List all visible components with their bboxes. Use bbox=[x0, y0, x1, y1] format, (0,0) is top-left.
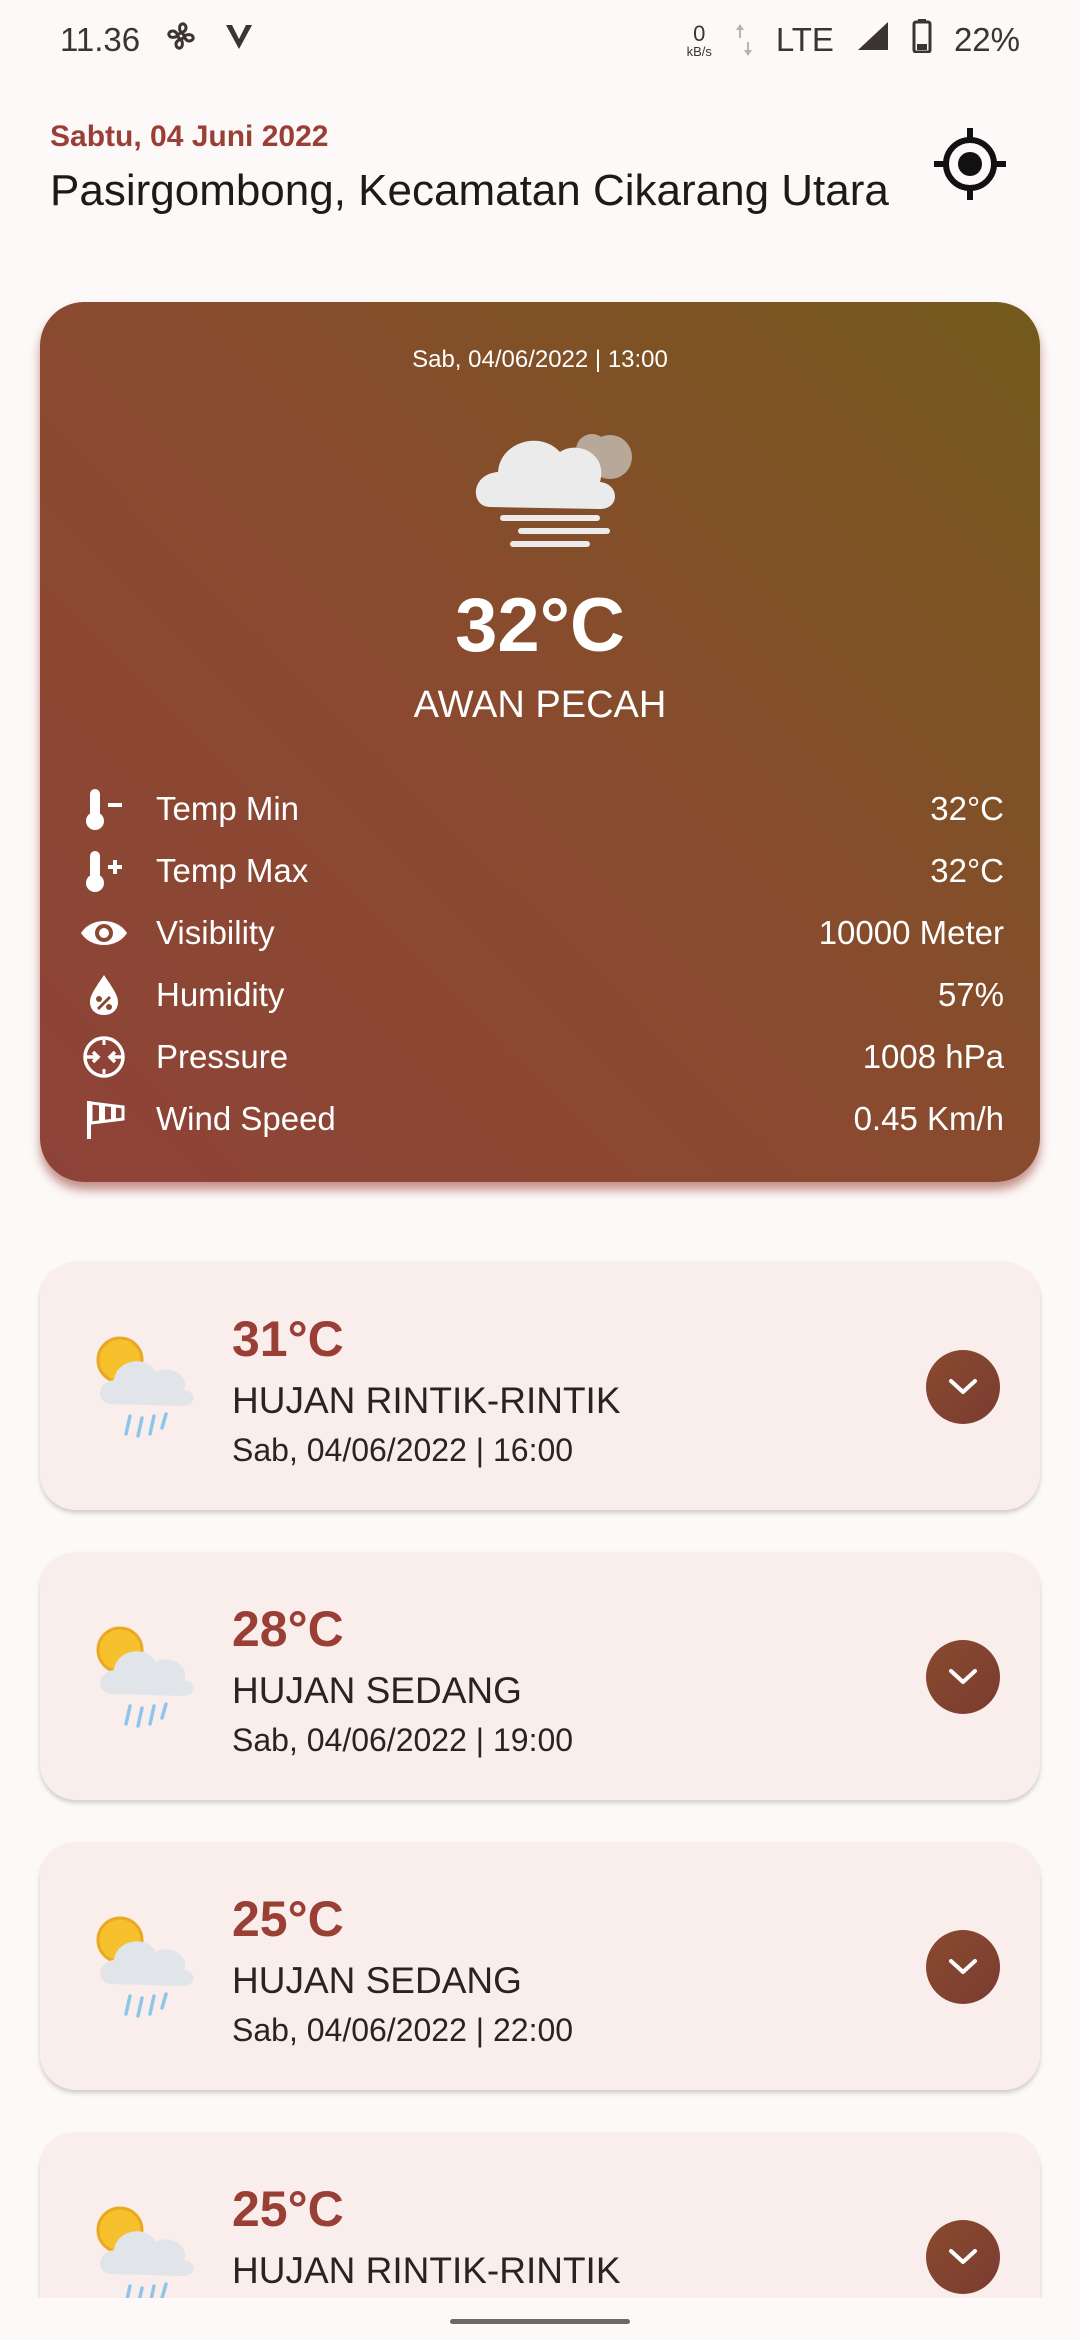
locate-button[interactable] bbox=[930, 124, 1010, 204]
detail-label: Pressure bbox=[156, 1038, 289, 1075]
detail-label: Wind Speed bbox=[156, 1100, 336, 1137]
eye-icon bbox=[76, 908, 132, 958]
sun-cloud-rain-icon bbox=[90, 1910, 200, 2032]
forecast-datetime: Sab, 04/06/2022 | 19:00 bbox=[232, 1722, 574, 1758]
detail-row-temp-max: Temp Max 32°C bbox=[76, 840, 1004, 902]
detail-label: Temp Min bbox=[156, 790, 300, 827]
detail-label: Visibility bbox=[156, 914, 275, 951]
detail-value: 10000 Meter bbox=[818, 914, 1004, 951]
data-arrows-icon bbox=[734, 22, 754, 58]
expand-button[interactable] bbox=[926, 1930, 1000, 2004]
forecast-item[interactable]: 28°C HUJAN SEDANG Sab, 04/06/2022 | 19:0… bbox=[40, 1552, 1040, 1800]
gps-locate-icon bbox=[934, 128, 1006, 200]
battery-icon bbox=[912, 19, 932, 61]
detail-label: Temp Max bbox=[156, 852, 309, 889]
detail-label: Humidity bbox=[156, 976, 285, 1013]
forecast-description: HUJAN RINTIK-RINTIK bbox=[232, 1380, 621, 1421]
forecast-datetime: Sab, 04/06/2022 | 16:00 bbox=[232, 1432, 574, 1468]
detail-row-humidity: Humidity 57% bbox=[76, 964, 1004, 1026]
thermometer-plus-icon bbox=[76, 846, 132, 896]
forecast-item[interactable]: 25°C HUJAN SEDANG Sab, 04/06/2022 | 22:0… bbox=[40, 1842, 1040, 2090]
windsock-icon bbox=[76, 1094, 132, 1144]
net-rate-unit: kB/s bbox=[686, 43, 712, 59]
forecast-item[interactable]: 31°C HUJAN RINTIK-RINTIK Sab, 04/06/2022… bbox=[40, 1262, 1040, 1510]
forecast-temperature: 28°C bbox=[232, 1601, 344, 1657]
network-type: LTE bbox=[775, 21, 834, 58]
forecast-description: HUJAN SEDANG bbox=[232, 1670, 522, 1711]
weather-details: Temp Min 32°C Temp Max 32°C Visibility 1… bbox=[76, 778, 1004, 1150]
chevron-down-icon bbox=[949, 1379, 977, 1394]
sun-cloud-rain-icon bbox=[90, 1330, 200, 1452]
current-temperature: 32°C bbox=[455, 583, 625, 668]
forecast-description: HUJAN SEDANG bbox=[232, 1960, 522, 2001]
humidity-icon bbox=[76, 970, 132, 1020]
current-datetime: Sab, 04/06/2022 | 13:00 bbox=[412, 346, 668, 373]
current-weather-card: Sab, 04/06/2022 | 13:00 32°C AWAN PECAH … bbox=[40, 302, 1040, 1182]
gesture-navigation-bar[interactable] bbox=[450, 2319, 630, 2324]
forecast-description: HUJAN RINTIK-RINTIK bbox=[232, 2250, 621, 2291]
detail-row-temp-min: Temp Min 32°C bbox=[76, 778, 1004, 840]
header: Sabtu, 04 Juni 2022 Pasirgombong, Kecama… bbox=[50, 120, 1030, 230]
thermometer-minus-icon bbox=[76, 784, 132, 834]
net-rate-value: 0 bbox=[693, 20, 706, 46]
expand-button[interactable] bbox=[926, 2220, 1000, 2294]
status-time: 11.36 bbox=[60, 21, 141, 58]
detail-row-wind-speed: Wind Speed 0.45 Km/h bbox=[76, 1088, 1004, 1150]
status-bar: 11.36 0 kB/s LTE 22% bbox=[0, 0, 1080, 80]
status-left: 11.36 bbox=[60, 17, 256, 63]
location-name: Pasirgombong, Kecamatan Cikarang Utara bbox=[50, 166, 889, 215]
detail-row-visibility: Visibility 10000 Meter bbox=[76, 902, 1004, 964]
net-rate: 0 kB/s bbox=[686, 20, 712, 59]
detail-value: 57% bbox=[937, 976, 1004, 1013]
signal-icon bbox=[856, 20, 890, 60]
header-date: Sabtu, 04 Juni 2022 bbox=[50, 120, 329, 153]
current-description: AWAN PECAH bbox=[413, 684, 667, 726]
pressure-icon bbox=[76, 1032, 132, 1082]
chevron-down-icon bbox=[949, 1669, 977, 1684]
detail-value: 1008 hPa bbox=[862, 1038, 1004, 1075]
forecast-temperature: 25°C bbox=[232, 1891, 344, 1947]
status-right: 0 kB/s LTE 22% bbox=[687, 19, 1020, 61]
forecast-temperature: 25°C bbox=[232, 2181, 344, 2237]
expand-button[interactable] bbox=[926, 1640, 1000, 1714]
detail-value: 32°C bbox=[930, 790, 1004, 827]
chevron-down-icon bbox=[949, 2249, 977, 2264]
forecast-datetime: Sab, 04/06/2022 | 22:00 bbox=[232, 2012, 574, 2048]
forecast-list: 31°C HUJAN RINTIK-RINTIK Sab, 04/06/2022… bbox=[40, 1262, 1040, 2340]
expand-button[interactable] bbox=[926, 1350, 1000, 1424]
chevron-down-icon bbox=[949, 1959, 977, 1974]
vpn-v-icon bbox=[222, 19, 256, 61]
fan-icon bbox=[162, 17, 200, 63]
forecast-temperature: 31°C bbox=[232, 1311, 344, 1367]
sun-cloud-rain-icon bbox=[90, 1620, 200, 1742]
detail-value: 32°C bbox=[930, 852, 1004, 889]
battery-level: 22% bbox=[953, 21, 1020, 58]
detail-value: 0.45 Km/h bbox=[853, 1100, 1004, 1137]
broken-clouds-icon bbox=[460, 412, 660, 562]
detail-row-pressure: Pressure 1008 hPa bbox=[76, 1026, 1004, 1088]
